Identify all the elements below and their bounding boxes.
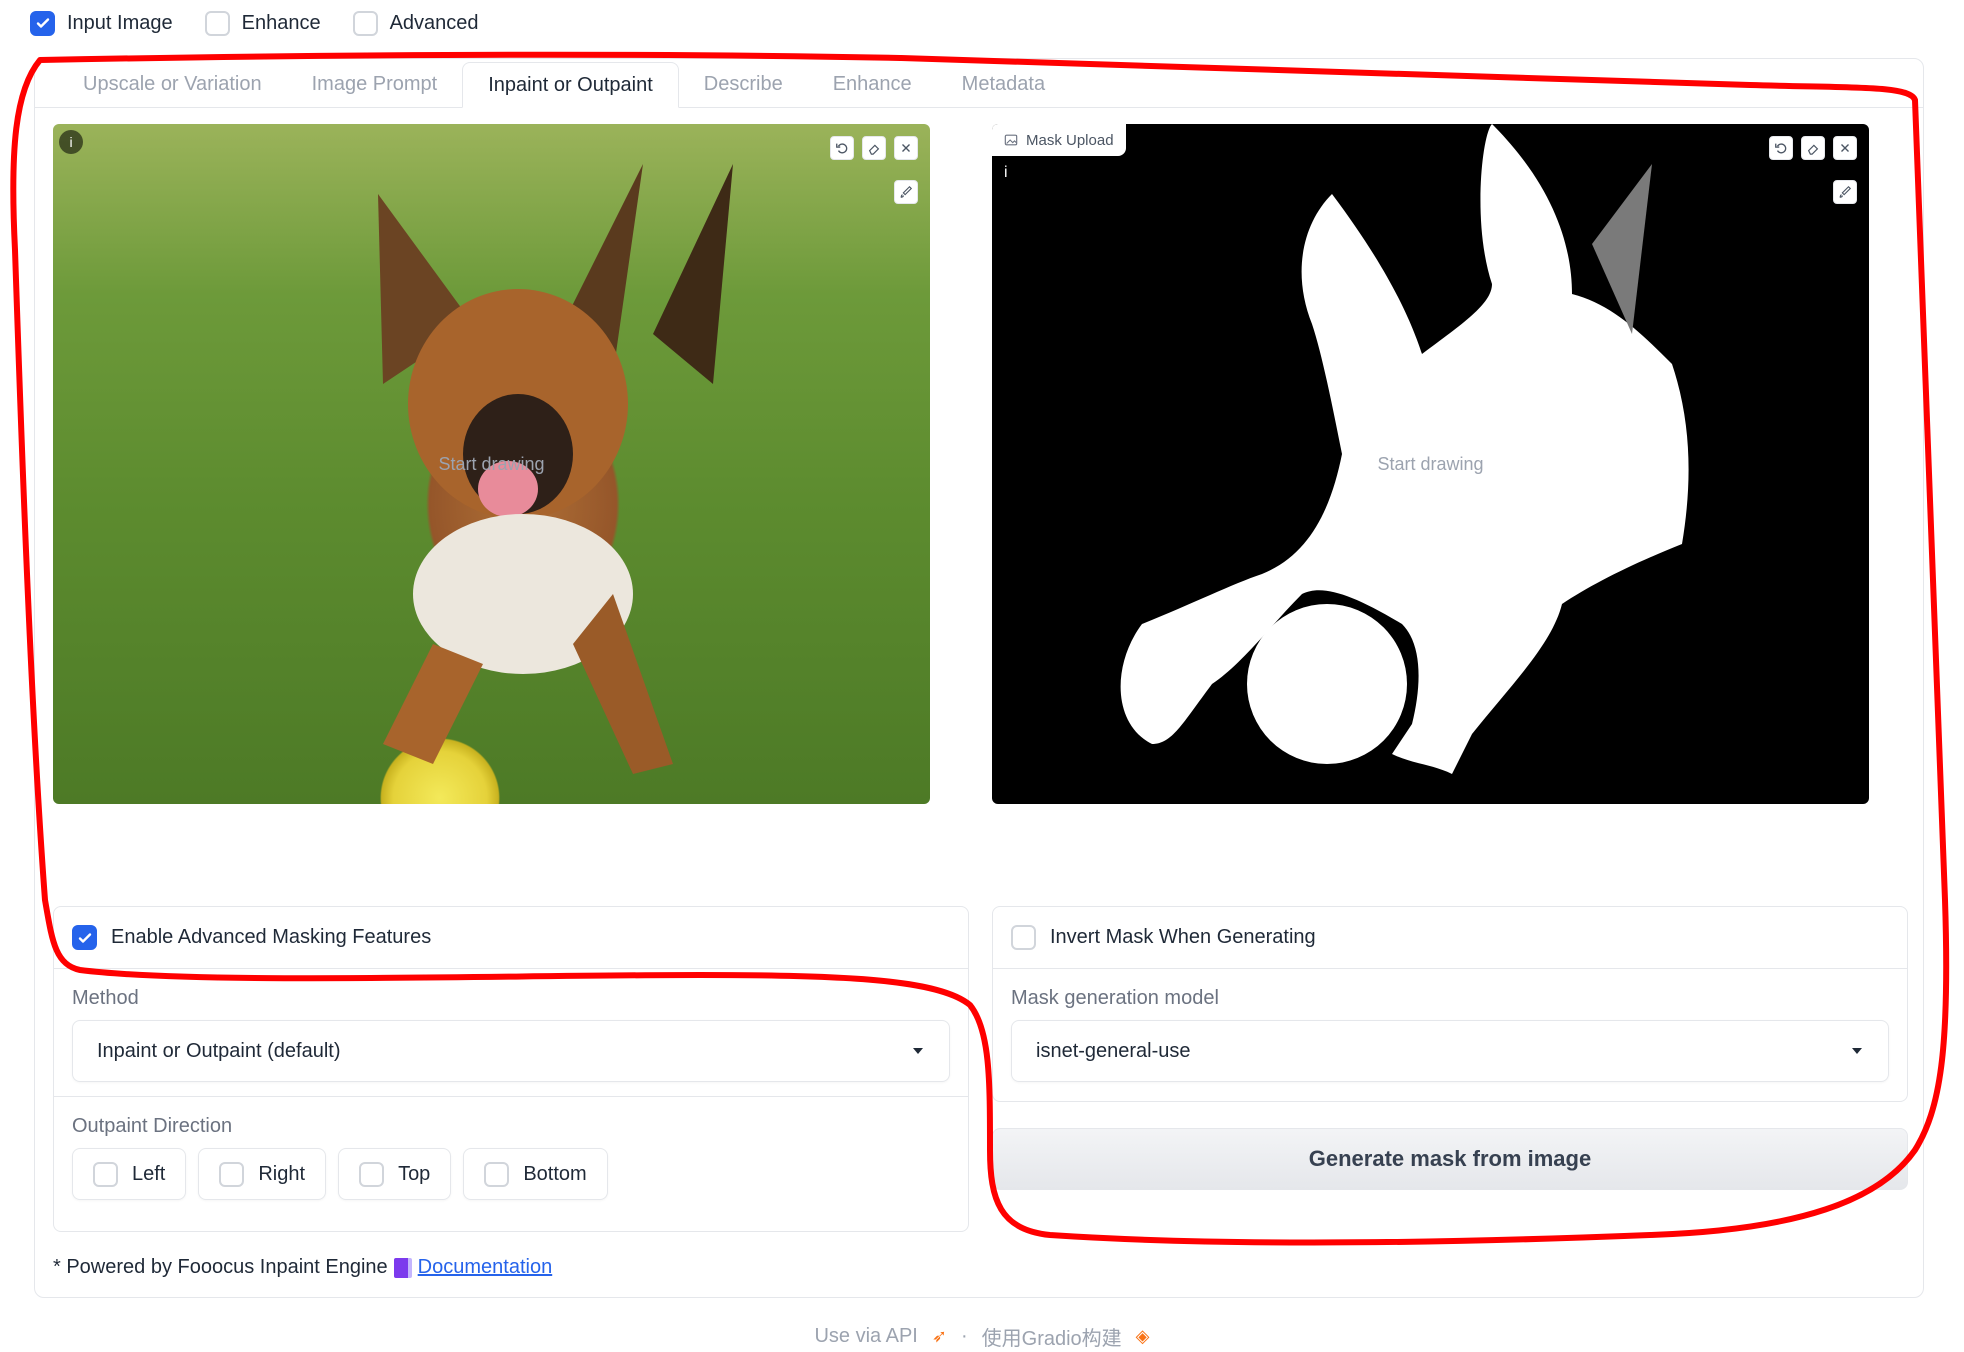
mask-model-label: Mask generation model	[1011, 987, 1219, 1009]
checkbox-icon[interactable]	[359, 1161, 385, 1187]
tab-bar: Upscale or Variation Image Prompt Inpain…	[34, 62, 1924, 108]
top-options-row: Input Image Enhance Advanced	[30, 8, 511, 38]
advanced-checkbox[interactable]: Advanced	[352, 10, 479, 36]
mask-model-value: isnet-general-use	[1036, 1039, 1191, 1062]
advanced-masking-panel: Enable Advanced Masking Features Method …	[53, 906, 969, 1232]
enable-advanced-masking-checkbox[interactable]: Enable Advanced Masking Features	[54, 907, 968, 969]
checkbox-icon[interactable]	[204, 10, 230, 36]
outpaint-direction-group: Left Right Top Bottom	[54, 1148, 968, 1200]
mask-options-panel: Invert Mask When Generating Mask generat…	[992, 906, 1908, 1102]
brush-icon[interactable]	[1833, 180, 1857, 204]
info-icon[interactable]: i	[59, 130, 83, 154]
method-label: Method	[72, 987, 139, 1009]
built-with-gradio-link[interactable]: 使用Gradio构建	[982, 1322, 1122, 1351]
method-value: Inpaint or Outpaint (default)	[97, 1039, 341, 1062]
tab-upscale-or-variation[interactable]: Upscale or Variation	[58, 61, 287, 107]
tab-image-prompt[interactable]: Image Prompt	[287, 61, 463, 107]
mask-model-dropdown[interactable]: isnet-general-use	[1011, 1020, 1889, 1082]
image-icon	[1004, 134, 1018, 146]
mask-image	[1120, 124, 1689, 774]
outpaint-bottom-label: Bottom	[523, 1162, 587, 1185]
outpaint-left-checkbox[interactable]: Left	[72, 1148, 187, 1200]
undo-icon[interactable]	[830, 136, 854, 160]
checkbox-checked-icon[interactable]	[72, 925, 97, 950]
gradio-logo-icon: ◈	[1135, 1326, 1150, 1346]
book-icon	[393, 1257, 412, 1278]
outpaint-bottom-checkbox[interactable]: Bottom	[463, 1148, 608, 1200]
tab-inpaint-or-outpaint[interactable]: Inpaint or Outpaint	[462, 62, 679, 108]
brush-icon[interactable]	[894, 180, 918, 204]
brush-tool-container	[894, 180, 918, 204]
checkbox-icon[interactable]	[93, 1161, 118, 1187]
input-image-checkbox[interactable]: Input Image	[30, 10, 173, 36]
method-dropdown[interactable]: Inpaint or Outpaint (default)	[72, 1020, 950, 1082]
checkbox-icon[interactable]	[352, 10, 378, 36]
footer: Use via API ➶ · 使用Gradio构建 ◈	[0, 1322, 1964, 1351]
use-via-api-link[interactable]: Use via API	[814, 1325, 917, 1348]
outpaint-direction-label: Outpaint Direction	[72, 1115, 233, 1137]
inpaint-image-canvas[interactable]: i Start drawing	[53, 124, 930, 804]
close-icon[interactable]	[1833, 136, 1857, 160]
editor-toolbar	[830, 136, 918, 160]
mask-upload-label: Mask Upload	[992, 124, 1126, 156]
mask-upload-text: Mask Upload	[1026, 131, 1114, 149]
mask-upload-canvas[interactable]: Mask Upload i Start drawing	[992, 124, 1869, 804]
rocket-icon: ➶	[931, 1326, 947, 1346]
documentation-link[interactable]: Documentation	[418, 1256, 553, 1279]
close-icon[interactable]	[894, 136, 918, 160]
outpaint-left-label: Left	[132, 1162, 166, 1185]
eraser-icon[interactable]	[862, 136, 886, 160]
outpaint-top-checkbox[interactable]: Top	[338, 1148, 452, 1200]
checkbox-icon[interactable]	[219, 1161, 245, 1187]
checkbox-icon[interactable]	[484, 1161, 510, 1187]
info-icon[interactable]: i	[1004, 164, 1008, 182]
outpaint-right-checkbox[interactable]: Right	[198, 1148, 327, 1200]
enhance-label: Enhance	[241, 11, 321, 34]
enable-advanced-masking-label: Enable Advanced Masking Features	[111, 926, 432, 948]
checkbox-icon[interactable]	[1011, 925, 1036, 950]
invert-mask-checkbox[interactable]: Invert Mask When Generating	[993, 907, 1907, 969]
caret-down-icon	[913, 1048, 923, 1054]
outpaint-top-label: Top	[398, 1162, 431, 1185]
eraser-icon[interactable]	[1801, 136, 1825, 160]
invert-mask-label: Invert Mask When Generating	[1050, 926, 1316, 948]
caret-down-icon	[1852, 1048, 1862, 1054]
enhance-checkbox[interactable]: Enhance	[204, 10, 321, 36]
powered-by-text: * Powered by Fooocus Inpaint Engine	[53, 1256, 388, 1278]
powered-by-note: * Powered by Fooocus Inpaint Engine Docu…	[53, 1256, 552, 1279]
input-image-label: Input Image	[67, 11, 173, 34]
footer-separator: ·	[960, 1325, 968, 1347]
tab-metadata[interactable]: Metadata	[937, 61, 1070, 107]
advanced-label: Advanced	[389, 11, 479, 34]
tab-enhance[interactable]: Enhance	[808, 61, 937, 107]
outpaint-right-label: Right	[258, 1162, 306, 1185]
generate-mask-button[interactable]: Generate mask from image	[992, 1128, 1908, 1190]
undo-icon[interactable]	[1769, 136, 1793, 160]
editor-toolbar	[1769, 136, 1857, 160]
checkbox-checked-icon[interactable]	[30, 10, 55, 36]
brush-tool-container	[1833, 180, 1857, 204]
dog-photo	[378, 164, 733, 774]
tab-describe[interactable]: Describe	[679, 61, 808, 107]
